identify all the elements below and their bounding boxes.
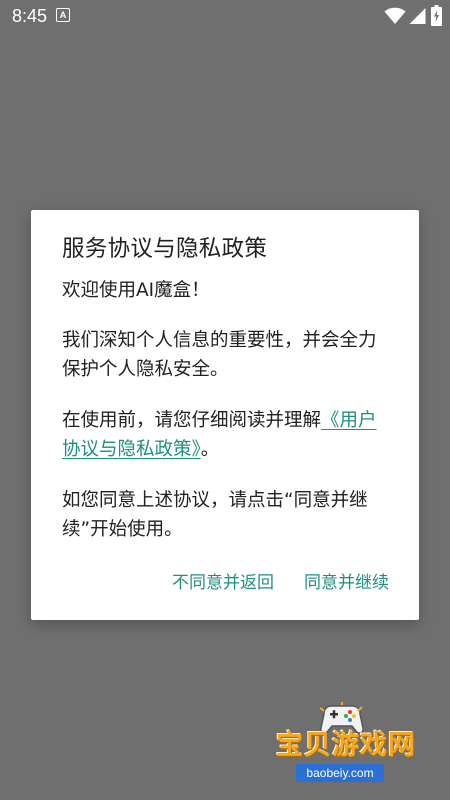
read-policy-suffix: 。	[200, 439, 220, 460]
battery-icon	[431, 5, 442, 26]
read-policy-prefix: 在使用前，请您仔细阅读并理解	[62, 410, 322, 431]
watermark-url: baobeiy.com	[296, 764, 384, 782]
screen: 8:45 A 服务协议与隐私政策 欢迎使用AI魔盒！ 我们深知个人信息的重要性，…	[0, 0, 450, 800]
cell-signal-icon	[409, 8, 426, 24]
a-notification-icon: A	[56, 8, 70, 22]
dialog-title: 服务协议与隐私政策	[62, 236, 268, 262]
agree-instruction-text: 如您同意上述协议，请点击“同意并继续”开始使用。	[62, 490, 368, 540]
decline-button[interactable]: 不同意并返回	[172, 571, 274, 595]
watermark: 宝贝游戏网 baobeiy.com	[270, 700, 420, 790]
dialog-body: 欢迎使用AI魔盒！ 我们深知个人信息的重要性，并会全力保护个人隐私安全。 在使用…	[62, 276, 392, 566]
welcome-text: 欢迎使用AI魔盒！	[62, 280, 210, 301]
importance-text: 我们深知个人信息的重要性，并会全力保护个人隐私安全。	[62, 330, 377, 380]
dialog-actions: 不同意并返回 同意并继续	[172, 571, 389, 595]
status-bar: 8:45 A	[0, 0, 450, 32]
watermark-title: 宝贝游戏网	[276, 730, 416, 761]
privacy-dialog: 服务协议与隐私政策 欢迎使用AI魔盒！ 我们深知个人信息的重要性，并会全力保护个…	[31, 210, 419, 620]
wifi-icon	[384, 7, 406, 25]
read-policy-text: 在使用前，请您仔细阅读并理解《用户协议与隐私政策》。	[62, 406, 392, 464]
status-time: 8:45	[12, 6, 48, 26]
accept-button[interactable]: 同意并继续	[304, 571, 389, 595]
